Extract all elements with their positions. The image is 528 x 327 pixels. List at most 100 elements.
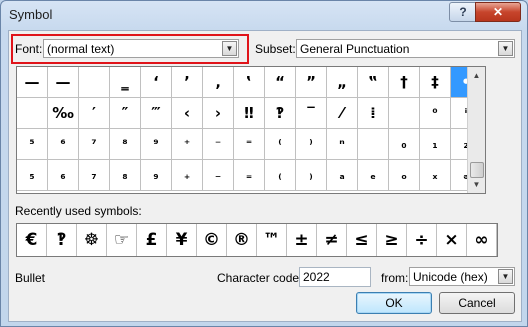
dialog-body: Font: (normal text) ▼ Subset: General Pu…: [8, 30, 522, 322]
symbol-cell[interactable]: [389, 98, 420, 129]
symbol-cell[interactable]: ₆: [48, 160, 79, 191]
font-dropdown[interactable]: (normal text) ▼: [43, 39, 239, 58]
from-dropdown[interactable]: Unicode (hex) ▼: [409, 267, 515, 286]
recent-symbol-cell[interactable]: ™: [257, 224, 287, 256]
scroll-thumb[interactable]: [470, 162, 484, 178]
symbol-cell[interactable]: ‚: [203, 67, 234, 98]
symbol-cell[interactable]: ⁻: [203, 129, 234, 160]
recent-symbol-cell[interactable]: ©: [197, 224, 227, 256]
dialog-title: Symbol: [9, 7, 53, 22]
symbol-cell[interactable]: ‾: [296, 98, 327, 129]
recent-symbol-cell[interactable]: ☞: [107, 224, 137, 256]
symbol-cell[interactable]: ₉: [141, 160, 172, 191]
symbol-cell[interactable]: ″: [110, 98, 141, 129]
symbol-cell[interactable]: ′: [79, 98, 110, 129]
symbol-cell[interactable]: ‰: [48, 98, 79, 129]
recent-symbol-cell[interactable]: ®: [227, 224, 257, 256]
recent-symbol-cell[interactable]: ±: [287, 224, 317, 256]
recent-symbol-cell[interactable]: ∞: [467, 224, 497, 256]
cancel-button[interactable]: Cancel: [439, 292, 515, 314]
ok-button[interactable]: OK: [356, 292, 432, 314]
symbol-cell[interactable]: ‹: [172, 98, 203, 129]
recent-symbol-cell[interactable]: ‽: [47, 224, 77, 256]
symbol-cell[interactable]: ⁷: [79, 129, 110, 160]
symbol-cell[interactable]: ₎: [296, 160, 327, 191]
symbol-cell[interactable]: ⁶: [48, 129, 79, 160]
character-code-value: 2022: [303, 270, 330, 284]
symbol-cell[interactable]: ₍: [265, 160, 296, 191]
symbol-cell[interactable]: ‼: [234, 98, 265, 129]
symbol-cell[interactable]: —: [48, 67, 79, 98]
symbol-cell[interactable]: ⁺: [172, 129, 203, 160]
grid-scrollbar[interactable]: ▲ ▼: [467, 67, 485, 193]
from-value: Unicode (hex): [413, 270, 488, 284]
symbol-cell[interactable]: ‗: [110, 67, 141, 98]
symbol-cell[interactable]: ‟: [358, 67, 389, 98]
recent-symbol-cell[interactable]: ¥: [167, 224, 197, 256]
symbol-cell[interactable]: ‛: [234, 67, 265, 98]
scroll-up-icon[interactable]: ▲: [469, 68, 484, 83]
symbol-cell[interactable]: ⁹: [141, 129, 172, 160]
symbol-cell[interactable]: ₁: [420, 129, 451, 160]
symbol-cell[interactable]: ₀: [389, 129, 420, 160]
symbol-cell[interactable]: ₋: [203, 160, 234, 191]
symbol-cell[interactable]: ‽: [265, 98, 296, 129]
recent-symbol-cell[interactable]: ≤: [347, 224, 377, 256]
recent-symbols-label: Recently used symbols:: [15, 204, 142, 218]
recent-symbol-cell[interactable]: ☸: [77, 224, 107, 256]
symbol-cell[interactable]: †: [389, 67, 420, 98]
symbol-cell[interactable]: ›: [203, 98, 234, 129]
symbol-cell[interactable]: ‡: [420, 67, 451, 98]
help-button[interactable]: ?: [449, 2, 477, 22]
close-button[interactable]: ✕: [475, 2, 521, 22]
symbol-cell[interactable]: ₓ: [420, 160, 451, 191]
recent-symbol-cell[interactable]: €: [17, 224, 47, 256]
symbol-cell[interactable]: ₌: [234, 160, 265, 191]
symbol-cell[interactable]: ”: [296, 67, 327, 98]
symbol-cell[interactable]: ₅: [17, 160, 48, 191]
symbol-cell[interactable]: ’: [172, 67, 203, 98]
symbol-cell[interactable]: „: [327, 67, 358, 98]
symbol-cell[interactable]: ₈: [110, 160, 141, 191]
symbol-cell[interactable]: ⁾: [296, 129, 327, 160]
recent-symbol-cell[interactable]: ÷: [407, 224, 437, 256]
symbol-cell[interactable]: ₇: [79, 160, 110, 191]
character-code-label: Character code:: [217, 271, 303, 285]
symbol-grid-row: ——‗‘’‚‛“”„‟†‡•…: [17, 67, 485, 98]
symbol-cell[interactable]: ‴: [141, 98, 172, 129]
symbol-cell[interactable]: ₑ: [358, 160, 389, 191]
chevron-down-icon[interactable]: ▼: [498, 41, 513, 56]
symbol-cell[interactable]: ‘: [141, 67, 172, 98]
recent-symbols-row: € ‽ ☸ ☞ £ ¥ © ® ™ ± ≠ ≤ ≥ ÷ × ∞: [16, 223, 498, 257]
symbol-cell[interactable]: ⁞: [358, 98, 389, 129]
symbol-grid-row: ⁵⁶⁷⁸⁹⁺⁻⁼⁽⁾ⁿ₀₁₂₃₄: [17, 129, 485, 160]
symbol-cell[interactable]: ⁿ: [327, 129, 358, 160]
symbol-cell[interactable]: “: [265, 67, 296, 98]
symbol-grid-row: ‰′″‴‹›‼‽‾⁄⁞⁰ⁱ⁴: [17, 98, 485, 129]
symbol-cell[interactable]: ⁵: [17, 129, 48, 160]
symbol-cell[interactable]: ⁄: [327, 98, 358, 129]
symbol-cell[interactable]: ⁰: [420, 98, 451, 129]
recent-symbol-cell[interactable]: ≥: [377, 224, 407, 256]
symbol-cell[interactable]: [79, 67, 110, 98]
symbol-cell[interactable]: ⁸: [110, 129, 141, 160]
character-code-input[interactable]: 2022: [299, 267, 371, 287]
recent-symbol-cell[interactable]: ≠: [317, 224, 347, 256]
recent-symbol-cell[interactable]: ×: [437, 224, 467, 256]
symbol-cell[interactable]: ₒ: [389, 160, 420, 191]
symbol-cell[interactable]: ⁼: [234, 129, 265, 160]
symbol-cell[interactable]: ₐ: [327, 160, 358, 191]
scroll-down-icon[interactable]: ▼: [469, 177, 484, 192]
subset-value: General Punctuation: [300, 42, 410, 56]
symbol-cell[interactable]: [17, 98, 48, 129]
symbol-grid: ——‗‘’‚‛“”„‟†‡•…‰′″‴‹›‼‽‾⁄⁞⁰ⁱ⁴⁵⁶⁷⁸⁹⁺⁻⁼⁽⁾ⁿ…: [16, 66, 486, 194]
recent-symbol-cell[interactable]: £: [137, 224, 167, 256]
symbol-dialog: Symbol ? ✕ Font: (normal text) ▼ Subset:…: [0, 0, 528, 327]
subset-dropdown[interactable]: General Punctuation ▼: [296, 39, 515, 58]
chevron-down-icon[interactable]: ▼: [222, 41, 237, 56]
symbol-cell[interactable]: —: [17, 67, 48, 98]
symbol-cell[interactable]: ⁽: [265, 129, 296, 160]
symbol-cell[interactable]: [358, 129, 389, 160]
chevron-down-icon[interactable]: ▼: [498, 269, 513, 284]
symbol-cell[interactable]: ₊: [172, 160, 203, 191]
